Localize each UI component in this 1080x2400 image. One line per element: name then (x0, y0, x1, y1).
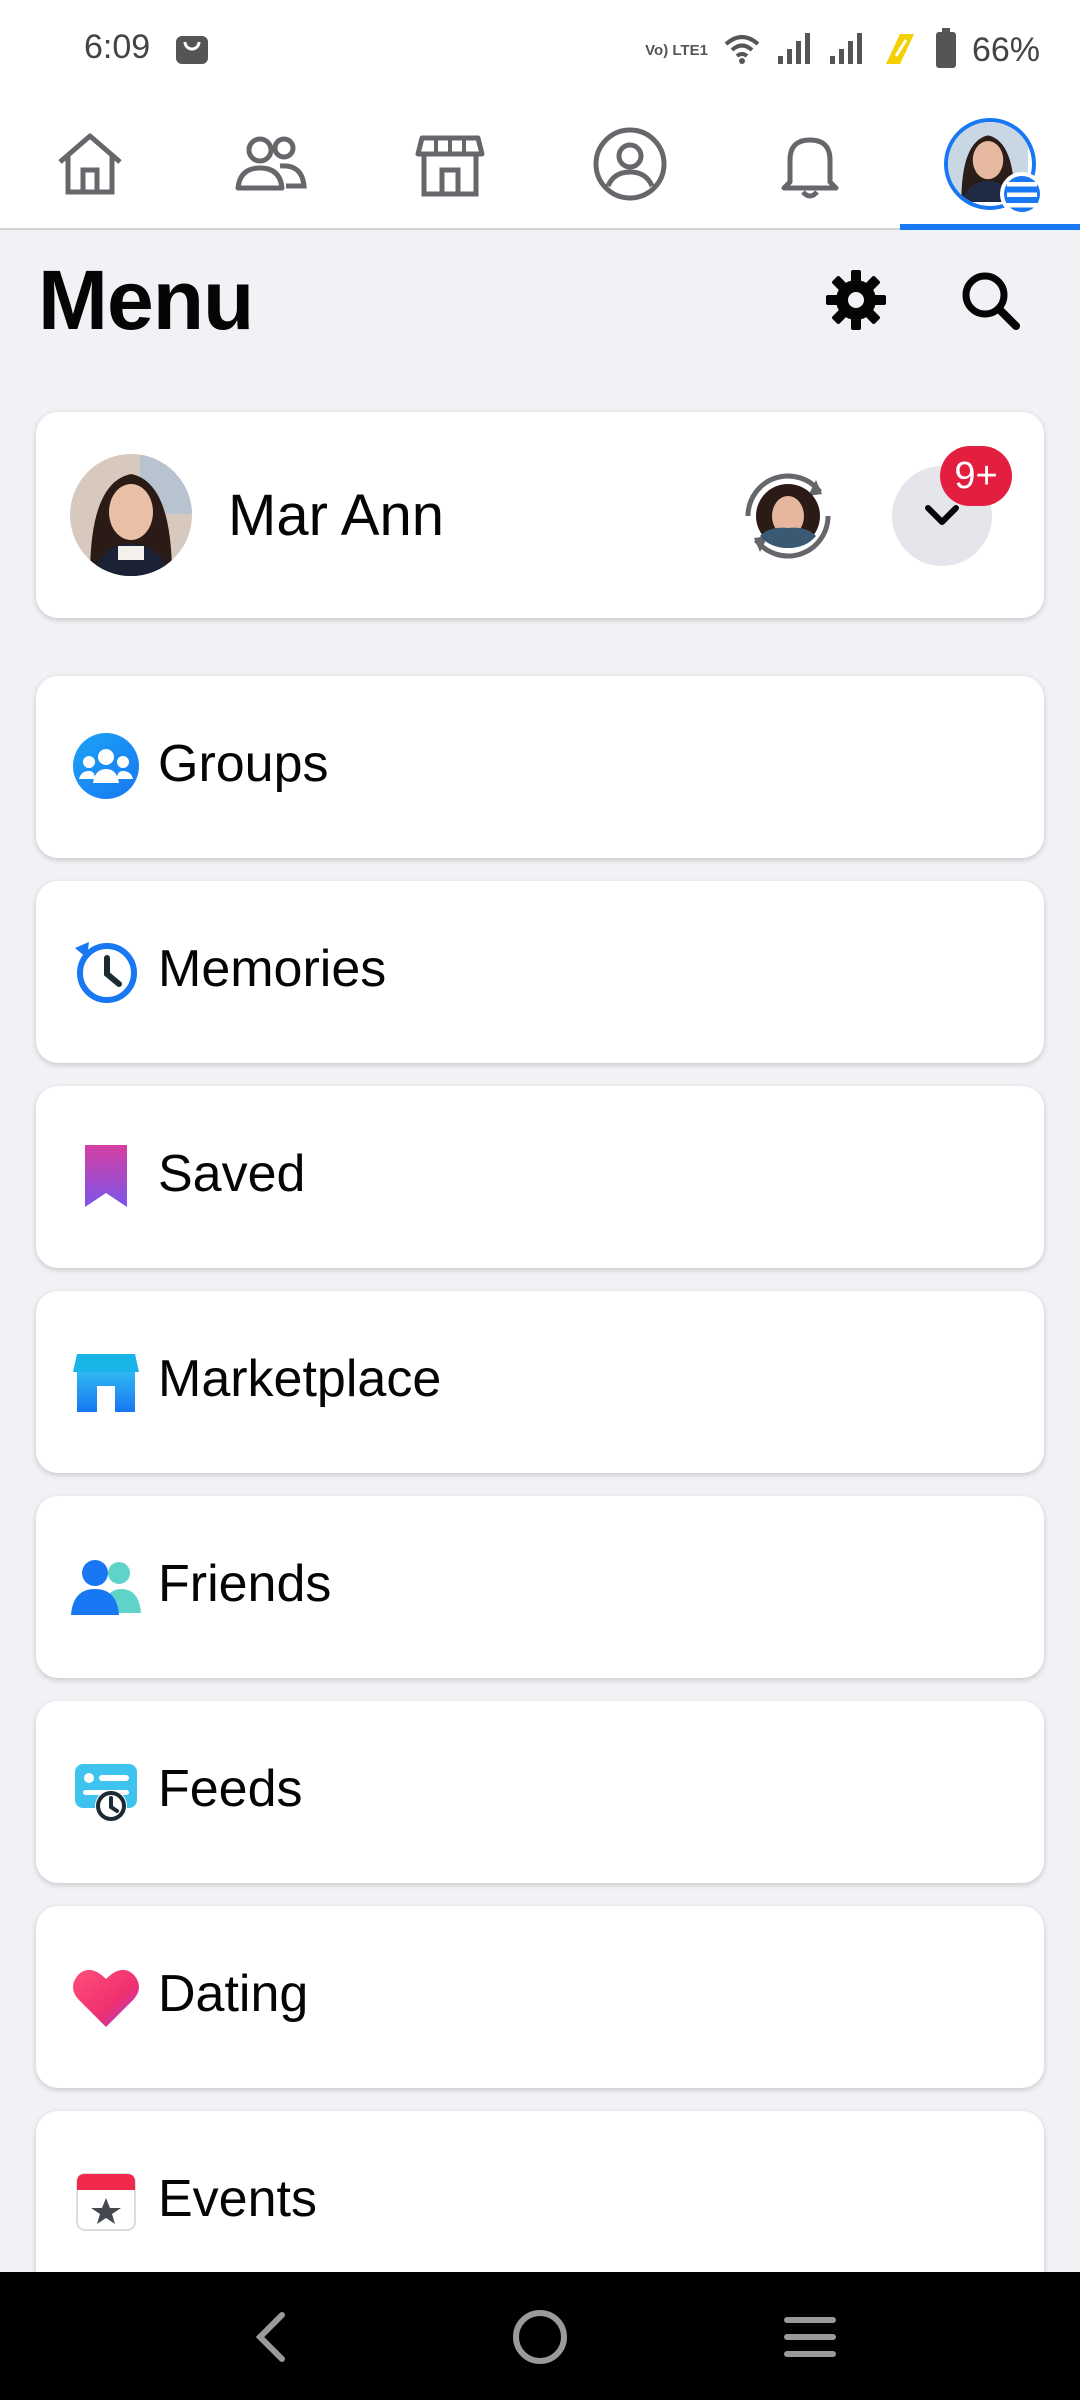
menu-item-label: Events (158, 2170, 317, 2228)
hamburger-icon (784, 2317, 836, 2357)
menu-item-marketplace[interactable]: Marketplace (36, 1291, 1044, 1473)
signal-icon (776, 30, 814, 71)
hamburger-icon (1000, 172, 1044, 216)
menu-item-label: Dating (158, 1965, 309, 2023)
home-circle-icon (513, 2310, 567, 2364)
volte-indicator: Vo) LTE1 (645, 41, 708, 59)
status-bar: 6:09 Vo) LTE1 66% (0, 0, 1080, 100)
battery-percent: 66% (971, 30, 1040, 69)
tab-profile[interactable] (540, 100, 720, 228)
shopping-bag-icon (174, 30, 210, 66)
status-icons: Vo) LTE1 66% (645, 27, 1040, 73)
menu-item-label: Saved (158, 1145, 306, 1203)
switch-profile-button[interactable] (736, 464, 840, 568)
back-button[interactable] (230, 2302, 310, 2372)
menu-item-dating[interactable]: Dating (36, 1906, 1044, 2088)
home-icon (58, 133, 122, 195)
menu-item-saved[interactable]: Saved (36, 1086, 1044, 1268)
saved-icon (66, 1136, 146, 1216)
menu-item-label: Feeds (158, 1760, 303, 1818)
tab-notifications[interactable] (720, 100, 900, 228)
menu-item-groups[interactable]: Groups (36, 676, 1044, 858)
feeds-icon (66, 1751, 146, 1831)
status-time: 6:09 (84, 28, 151, 66)
tab-marketplace[interactable] (360, 100, 540, 228)
groups-icon (66, 726, 146, 806)
home-button[interactable] (500, 2302, 580, 2372)
menu-item-memories[interactable]: Memories (36, 881, 1044, 1063)
chevron-down-icon (925, 505, 959, 525)
marketplace-icon (415, 135, 485, 197)
notification-badge: 9+ (940, 446, 1012, 506)
menu-list: Groups Memories Saved Marketplace Friend… (36, 676, 1044, 2316)
menu-item-feeds[interactable]: Feeds (36, 1701, 1044, 1883)
menu-header: Menu (0, 232, 1080, 372)
profile-icon (593, 127, 667, 201)
page-title: Menu (38, 253, 254, 347)
gear-icon (826, 270, 886, 330)
events-icon (66, 2161, 146, 2241)
battery-icon (934, 27, 958, 73)
memories-icon (66, 931, 146, 1011)
friends-icon (66, 1546, 146, 1626)
recents-button[interactable] (770, 2302, 850, 2372)
menu-item-friends[interactable]: Friends (36, 1496, 1044, 1678)
charging-icon (880, 30, 920, 71)
friends-icon (235, 136, 307, 191)
menu-item-label: Marketplace (158, 1350, 442, 1408)
back-icon (255, 2312, 285, 2362)
menu-item-label: Groups (158, 735, 329, 793)
tab-home[interactable] (0, 100, 180, 228)
wifi-icon (722, 30, 762, 71)
settings-button[interactable] (816, 260, 896, 340)
bell-icon (781, 137, 839, 199)
avatar (70, 454, 192, 576)
search-button[interactable] (950, 260, 1030, 340)
menu-item-label: Friends (158, 1555, 332, 1613)
switch-account-icon (745, 473, 831, 559)
system-nav-bar (0, 2272, 1080, 2400)
avatar (944, 118, 1044, 216)
tab-friends[interactable] (180, 100, 360, 228)
profile-card[interactable]: Mar Ann 9+ (36, 412, 1044, 618)
menu-item-label: Memories (158, 940, 387, 998)
top-nav (0, 100, 1080, 230)
signal-icon (828, 30, 866, 71)
menu-item-events[interactable]: Events (36, 2111, 1044, 2293)
dating-icon (66, 1956, 146, 2036)
profile-name: Mar Ann (228, 483, 444, 548)
tab-menu[interactable] (900, 100, 1080, 230)
marketplace-icon (66, 1341, 146, 1421)
search-icon (962, 272, 1020, 330)
